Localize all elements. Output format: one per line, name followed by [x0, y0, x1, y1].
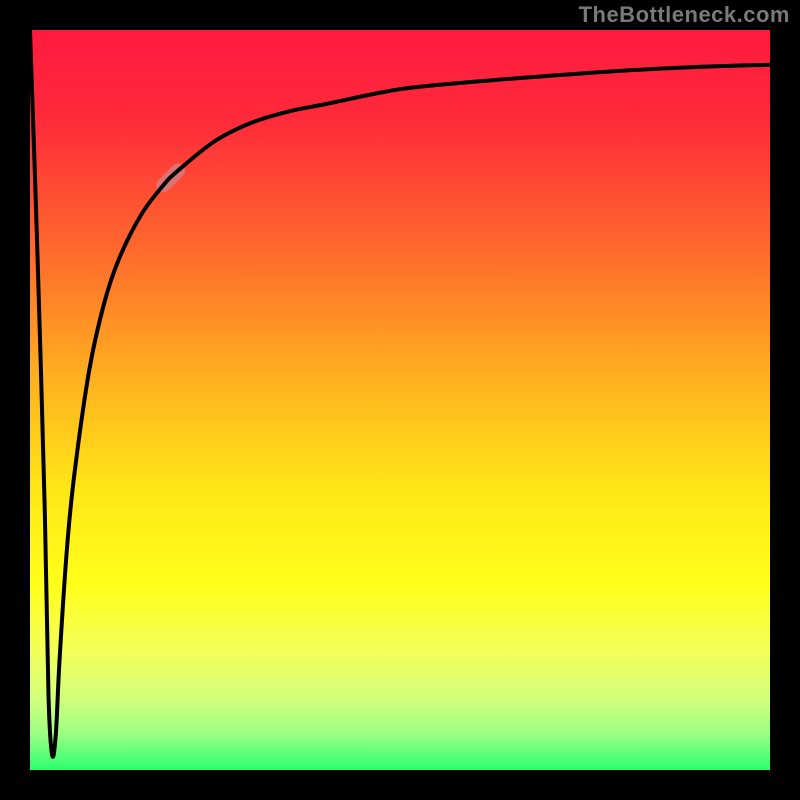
bottleneck-chart [0, 0, 800, 800]
chart-container: TheBottleneck.com [0, 0, 800, 800]
watermark-text: TheBottleneck.com [579, 2, 790, 28]
plot-background [30, 30, 770, 770]
